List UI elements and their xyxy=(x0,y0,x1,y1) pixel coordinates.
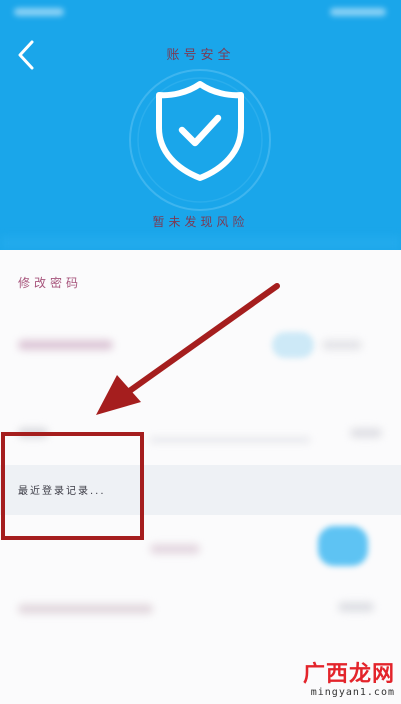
watermark-url: mingyan1.com xyxy=(310,687,395,698)
account-security-screen: 账号安全 暂未发现风险 修改密码 最近登录记录... 广西龙网 mingyan1… xyxy=(0,0,401,704)
watermark-logo: 广西龙网 xyxy=(302,662,395,687)
shield-check-icon xyxy=(156,81,244,181)
list-item[interactable] xyxy=(0,590,401,630)
header-banner: 账号安全 暂未发现风险 xyxy=(0,0,401,250)
change-password-item[interactable]: 修改密码 xyxy=(18,274,82,291)
header-edge xyxy=(0,236,401,250)
list-item[interactable] xyxy=(0,326,401,366)
page-title: 账号安全 xyxy=(166,48,235,63)
annotation-highlight-box xyxy=(1,432,144,540)
watermark: 广西龙网 mingyan1.com xyxy=(302,662,395,699)
status-bar xyxy=(0,0,401,24)
security-status-text: 暂未发现风险 xyxy=(152,215,249,229)
